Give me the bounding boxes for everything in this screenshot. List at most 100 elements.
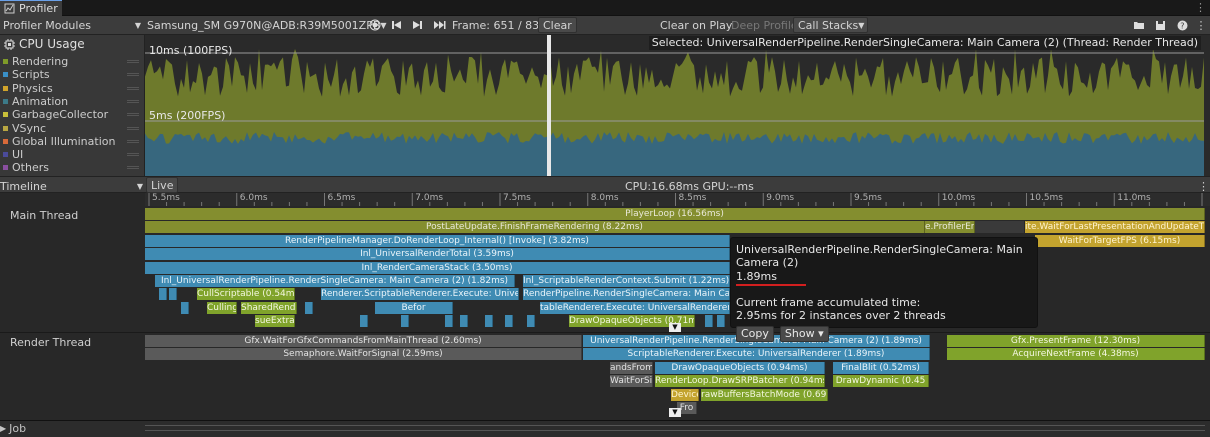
timeline-sample[interactable]: tableRenderer.Execute: UniversalRenderer… [540, 301, 730, 314]
drag-handle-icon[interactable] [127, 113, 139, 117]
timeline-sample[interactable]: RenderLoop.DrawSRPBatcher (0.94ms) [655, 375, 825, 388]
job-group-row[interactable]: ▶ Job [0, 420, 1210, 437]
show-dropdown[interactable]: Show ▾ [779, 326, 829, 342]
profiler-tab[interactable]: Profiler [0, 0, 62, 16]
tooltip-accum-value: 2.95ms for 2 instances over 2 threads [736, 309, 946, 322]
timeline-sample[interactable]: ScriptableRenderer.Execute: UniversalRen… [583, 348, 930, 361]
timeline-sample[interactable]: andsFroml [610, 361, 653, 374]
timeline-sample[interactable] [169, 288, 177, 301]
legend-item[interactable]: Rendering [3, 55, 143, 68]
timeline-sample[interactable]: AcquireNextFrame (4.38ms) [947, 348, 1205, 361]
timeline-sample[interactable]: RenderPipeline.RenderSingleCamera: Main … [523, 288, 730, 301]
legend-item[interactable]: GarbageCollector [3, 108, 143, 121]
legend-swatch [3, 85, 8, 91]
legend-item[interactable]: Others [3, 161, 143, 174]
timeline-sample[interactable] [717, 315, 725, 328]
timeline-sample[interactable]: FinalBlit (0.52ms) [833, 361, 929, 374]
timeline-sample[interactable] [460, 315, 468, 328]
legend-item[interactable]: Animation [3, 95, 143, 108]
timeline-sample[interactable] [159, 288, 167, 301]
timeline-sample[interactable]: DrawOpaqueObjects (0.94ms) [655, 361, 825, 374]
drag-handle-icon[interactable] [127, 86, 139, 90]
timeline-sample[interactable]: rawBuffersBatchMode (0.69ms [701, 388, 828, 401]
timeline-sample[interactable]: Renderer.ScriptableRenderer.Execute: Uni… [321, 288, 519, 301]
drag-handle-icon[interactable] [127, 73, 139, 77]
time-ruler[interactable]: 5.5ms 6.0ms 6.5ms 7.0ms 7.5ms 8.0ms 8.5ms 9.0ms… [145, 193, 1210, 206]
deep-profile-toggle[interactable]: Deep Profile [731, 16, 798, 34]
legend-item[interactable]: Scripts [3, 68, 143, 81]
timeline-sample[interactable] [305, 301, 313, 314]
legend-item[interactable]: UI [3, 148, 143, 161]
timeline-sample[interactable]: WaitForTargetFPS (6.15ms) [1035, 234, 1205, 247]
cpu-usage-chart[interactable]: 10ms (100FPS) 5ms (200FPS) Selected: Uni… [145, 35, 1205, 176]
ruler-tick-label: 7.0ms [415, 193, 444, 203]
legend-swatch [3, 72, 8, 78]
timeline-sample[interactable] [505, 315, 513, 328]
timeline-sample[interactable]: PostLateUpdate.FinishFrameRendering (8.2… [145, 221, 925, 234]
next-frame-button[interactable] [409, 16, 425, 34]
record-button[interactable] [367, 16, 383, 34]
help-button[interactable]: ? [1174, 16, 1190, 34]
drag-handle-icon[interactable] [127, 60, 139, 63]
call-stacks-dropdown[interactable]: Call Stacks ▼ [793, 17, 868, 33]
previous-frame-button[interactable] [388, 16, 404, 34]
collapse-arrow-icon[interactable]: ▶ [0, 424, 6, 433]
timeline-sample[interactable]: ite.WaitForLastPresentationAndUpdateTime [1025, 221, 1205, 234]
timeline-sample[interactable] [360, 315, 368, 328]
expand-render-thread-icon[interactable]: ▼ [669, 408, 681, 417]
timeline-sample[interactable] [445, 315, 453, 328]
timeline-sample[interactable] [181, 301, 189, 314]
copy-button[interactable]: Copy [736, 326, 774, 342]
save-button[interactable] [1152, 16, 1168, 34]
chart-scrollbar[interactable] [1204, 35, 1210, 176]
timeline-sample[interactable] [975, 221, 1025, 234]
timeline-bars[interactable]: PlayerLoop (16.56ms) PostLateUpdate.Finis… [145, 206, 1205, 430]
selected-frame-marker[interactable] [547, 35, 551, 176]
timeline-sample[interactable]: SharedRende [241, 301, 297, 314]
expand-main-thread-icon[interactable]: ▼ [669, 323, 681, 332]
timeline-sample[interactable]: Culling (0 [207, 301, 237, 314]
cpu-module-panel[interactable]: CPU Usage Rendering Scripts Physics Animati… [0, 35, 145, 176]
clear-button[interactable]: Clear [538, 17, 577, 33]
timeline-sample[interactable]: Inl_RenderCameraStack (3.50ms) [145, 261, 730, 274]
timeline-sample[interactable]: WaitForSig [610, 375, 653, 388]
timeline-sample[interactable] [705, 315, 713, 328]
timeline-sample[interactable] [485, 315, 493, 328]
timeline-sample[interactable]: Semaphore.WaitForSignal (2.59ms) [145, 348, 582, 361]
drag-handle-icon[interactable] [127, 166, 139, 170]
drag-handle-icon[interactable] [127, 99, 139, 103]
current-frame-button[interactable] [431, 16, 447, 34]
live-button[interactable]: Live [146, 177, 179, 193]
device-dropdown[interactable]: Samsung_SM G970N@ADB:R39M5001ZPB ▼ [147, 16, 387, 34]
timeline-sample[interactable]: e.ProfilerEndFr [925, 221, 975, 234]
cpu-usage-header: CPU Usage [4, 37, 85, 51]
view-mode-dropdown[interactable]: Timeline ▼ [0, 177, 143, 195]
timeline-sample[interactable]: Befor [375, 301, 453, 314]
timeline-sample[interactable]: PlayerLoop (16.56ms) [145, 208, 1205, 220]
drag-handle-icon[interactable] [127, 126, 139, 130]
timeline-sample[interactable]: Gfx.WaitForGfxCommandsFromMainThread (2.… [145, 335, 582, 347]
timeline-sample[interactable]: Inl_UniversalRenderPipeline.RenderSingle… [155, 275, 515, 287]
timeline-sample[interactable] [401, 315, 409, 328]
timeline-sample[interactable]: CullScriptable (0.54ms) [197, 288, 295, 301]
more-options-icon[interactable]: ⋮ [1193, 16, 1209, 34]
ruler-tick-label: 5.5ms [152, 193, 180, 203]
drag-handle-icon[interactable] [127, 153, 139, 157]
timeline-sample[interactable] [527, 315, 535, 328]
timeline-sample[interactable]: Device. [671, 388, 699, 401]
window-menu-icon[interactable]: ⋮ [1195, 1, 1206, 14]
main-thread-label[interactable]: Main Thread [10, 209, 78, 222]
legend-item[interactable]: Global Illumination [3, 135, 143, 148]
profiler-modules-dropdown[interactable]: Profiler Modules ▼ [3, 16, 141, 34]
timeline-sample[interactable]: Inl_ScriptableRenderContext.Submit (1.22… [523, 275, 730, 287]
render-thread-label[interactable]: Render Thread [10, 336, 91, 349]
clear-on-play-toggle[interactable]: Clear on Play [660, 16, 732, 34]
legend-item[interactable]: VSync [3, 122, 143, 135]
timeline-sample[interactable]: Inl_UniversalRenderTotal (3.59ms) [145, 248, 730, 261]
drag-handle-icon[interactable] [127, 139, 139, 143]
legend-item[interactable]: Physics [3, 82, 143, 95]
timeline-sample[interactable]: DrawDynamic (0.45 [833, 375, 929, 388]
timeline-sample[interactable]: sueExtra [255, 315, 295, 328]
load-button[interactable] [1131, 16, 1147, 34]
timeline-sample[interactable]: RenderPipelineManager.DoRenderLoop_Inter… [145, 234, 730, 247]
